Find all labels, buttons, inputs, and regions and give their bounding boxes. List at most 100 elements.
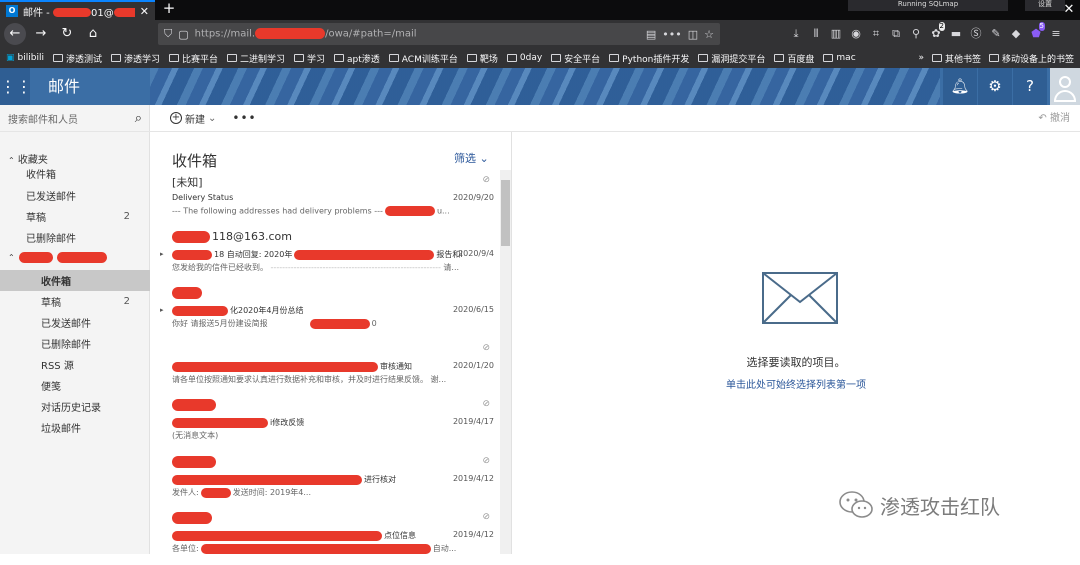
search-box[interactable]: 搜索邮件和人员 ⌕ bbox=[0, 105, 150, 132]
gear-icon[interactable]: ⚙ bbox=[978, 68, 1012, 105]
new-tab-button[interactable]: + bbox=[160, 0, 178, 18]
bookmark-folder[interactable]: Python插件开发 bbox=[609, 52, 689, 65]
settings-text: 设置 bbox=[1025, 0, 1065, 11]
mail-folder[interactable]: 垃圾邮件 bbox=[0, 417, 150, 438]
account-name-redacted bbox=[56, 252, 107, 263]
mask-icon[interactable]: ▬ bbox=[946, 20, 966, 48]
bookmark-folder[interactable]: mac bbox=[823, 53, 856, 63]
outlook-icon: O bbox=[6, 5, 18, 17]
attachment-icon: ⊘ bbox=[482, 399, 490, 409]
close-tab-icon[interactable]: ✕ bbox=[140, 5, 149, 18]
app-launcher-icon[interactable]: ⋮⋮ bbox=[0, 68, 32, 105]
bookmark-folder[interactable]: ACM训练平台 bbox=[388, 52, 458, 65]
sidebar-icon[interactable]: ▥ bbox=[826, 20, 846, 48]
bookmark-item[interactable]: ▣ bilibili bbox=[6, 53, 44, 63]
plus-icon: + bbox=[170, 112, 182, 124]
message-item[interactable]: ⊘ i修改反馈 2019/4/17 (无消息文本) bbox=[150, 396, 500, 452]
bookmark-folder[interactable]: apt渗透 bbox=[334, 52, 380, 65]
back-icon[interactable]: ← bbox=[4, 23, 26, 45]
mail-folder[interactable]: RSS 源 bbox=[0, 354, 150, 375]
bookmark-folder[interactable]: 移动设备上的书签 bbox=[988, 52, 1074, 65]
message-subject: 进行核对 bbox=[172, 474, 396, 485]
menu-icon[interactable]: ≡ bbox=[1046, 20, 1066, 48]
page-actions-icon[interactable]: ••• bbox=[662, 28, 681, 41]
scrollbar-thumb[interactable] bbox=[501, 180, 510, 246]
mail-folder[interactable]: 草稿 2 bbox=[0, 291, 150, 312]
favorite-folder[interactable]: 草稿 2 bbox=[0, 206, 150, 227]
crop-icon[interactable]: ⌗ bbox=[866, 20, 886, 48]
bookmark-folder[interactable]: 其他书签 bbox=[931, 52, 981, 65]
fox-icon[interactable]: ◆ bbox=[1006, 20, 1026, 48]
forward-icon[interactable]: → bbox=[30, 23, 52, 45]
window-close-icon[interactable]: ✕ bbox=[1060, 0, 1078, 20]
bookmark-folder[interactable]: 二进制学习 bbox=[227, 52, 285, 65]
mail-folder[interactable]: 对话历史记录 bbox=[0, 396, 150, 417]
bookmark-folder[interactable]: 0day bbox=[506, 53, 542, 63]
more-actions-button[interactable]: ••• bbox=[232, 111, 256, 125]
collapse-icon: ⌃ bbox=[8, 253, 15, 262]
favorite-folder[interactable]: 收件箱 bbox=[0, 163, 150, 184]
search-input[interactable]: 搜索邮件和人员 bbox=[8, 111, 78, 126]
download-icon[interactable]: ⤓ bbox=[786, 20, 806, 48]
message-item[interactable]: ▸ 化2020年4月份总结 2020/6/15 你好 请报送5月份建设简报 0 bbox=[150, 284, 500, 340]
account-header[interactable]: ⌃ bbox=[8, 252, 107, 263]
message-subject: 审核通知 bbox=[172, 361, 412, 372]
message-item[interactable]: ⊘ 点位信息 2019/4/12 各单位: 自动... bbox=[150, 509, 500, 565]
chevron-down-icon[interactable]: ⌄ bbox=[208, 113, 216, 124]
bookmark-folder[interactable]: 漏洞提交平台 bbox=[698, 52, 765, 65]
bookmark-folder[interactable]: 渗透测试 bbox=[52, 52, 102, 65]
mail-folder[interactable]: 已删除邮件 bbox=[0, 333, 150, 354]
attachment-icon: ⊘ bbox=[482, 456, 490, 466]
mail-folder[interactable]: 已发送邮件 bbox=[0, 312, 150, 333]
more-bookmarks-icon[interactable]: » bbox=[918, 53, 924, 63]
new-button[interactable]: + 新建 ⌄ bbox=[170, 111, 216, 126]
extension-icon[interactable]: ⧉ bbox=[886, 20, 906, 48]
lock-icon: ▢ bbox=[178, 27, 189, 41]
search-icon[interactable]: ⌕ bbox=[135, 111, 142, 126]
message-item[interactable]: ⊘ 进行核对 2019/4/12 发件人: 发送时间: 2019年4... bbox=[150, 453, 500, 509]
message-date: 2020/9/4 bbox=[458, 249, 494, 258]
browser-tab[interactable]: O 邮件 - 01@ ✕ bbox=[0, 0, 155, 20]
expand-conversation-icon[interactable]: ▸ bbox=[160, 306, 164, 314]
pin-icon[interactable]: ⚲ bbox=[906, 20, 926, 48]
message-item[interactable]: ▸ 118@163.com 18 自动回复: 2020年 报告和i 2020/9/4 您发… bbox=[150, 228, 500, 284]
filter-button[interactable]: 筛选 ⌄ bbox=[454, 150, 489, 166]
mail-folder[interactable]: 便笺 bbox=[0, 375, 150, 396]
s-extension-icon[interactable]: Ⓢ bbox=[966, 20, 986, 48]
reader-icon[interactable]: ▤ bbox=[646, 28, 656, 41]
home-icon[interactable]: ⌂ bbox=[82, 23, 104, 45]
hackbar-icon[interactable]: ✎ bbox=[986, 20, 1006, 48]
always-select-first-link[interactable]: 单击此处可始终选择列表第一项 bbox=[512, 376, 1080, 391]
bookmark-folder[interactable]: 安全平台 bbox=[551, 52, 600, 65]
bookmark-folder[interactable]: 百度盘 bbox=[774, 52, 814, 65]
header-banner-image bbox=[150, 68, 940, 105]
reload-icon[interactable]: ↻ bbox=[56, 23, 78, 45]
message-sender bbox=[172, 398, 218, 411]
extension-badge-icon[interactable]: ✿ 2 bbox=[926, 20, 946, 48]
pocket-icon[interactable]: ◫ bbox=[688, 28, 698, 41]
bookmark-folder[interactable]: 靶场 bbox=[466, 52, 498, 65]
library-icon[interactable]: ⫴ bbox=[806, 20, 826, 48]
favorite-folder[interactable]: 已发送邮件 bbox=[0, 185, 150, 206]
bookmark-folder[interactable]: 学习 bbox=[294, 52, 325, 65]
extension-badge-count: 2 bbox=[938, 22, 945, 31]
mail-folder[interactable]: 收件箱 bbox=[0, 270, 150, 291]
chevron-down-icon: ⌄ bbox=[479, 152, 489, 165]
help-icon[interactable]: ? bbox=[1013, 68, 1047, 105]
account-icon[interactable]: ◉ bbox=[846, 20, 866, 48]
bell-icon[interactable]: 🔔︎ bbox=[943, 68, 977, 105]
message-item[interactable]: [未知] ⊘ Delivery Status 2020/9/20 --- The fol… bbox=[150, 172, 500, 228]
folder-icon bbox=[110, 54, 121, 62]
undo-button[interactable]: ↶ 撤消 bbox=[1038, 105, 1070, 132]
avatar[interactable] bbox=[1050, 68, 1080, 105]
star-icon[interactable]: ☆ bbox=[704, 28, 714, 41]
message-date: 2019/4/17 bbox=[452, 417, 494, 426]
bookmark-folder[interactable]: 渗透学习 bbox=[110, 52, 160, 65]
bookmark-folder[interactable]: 比赛平台 bbox=[168, 52, 218, 65]
favorite-folder[interactable]: 已删除邮件 bbox=[0, 227, 150, 248]
purple-extension-icon[interactable]: ⬟ 5 bbox=[1026, 20, 1046, 48]
purple-badge-count: 5 bbox=[1038, 22, 1045, 31]
expand-conversation-icon[interactable]: ▸ bbox=[160, 250, 164, 258]
url-bar[interactable]: ⛉ ▢ https://mail./owa/#path=/mail ▤ ••• … bbox=[158, 23, 720, 45]
message-item[interactable]: ⊘ 审核通知 2020/1/20 请各单位按照通知要求认真进行数据补充和审核，并及时进… bbox=[150, 340, 500, 396]
